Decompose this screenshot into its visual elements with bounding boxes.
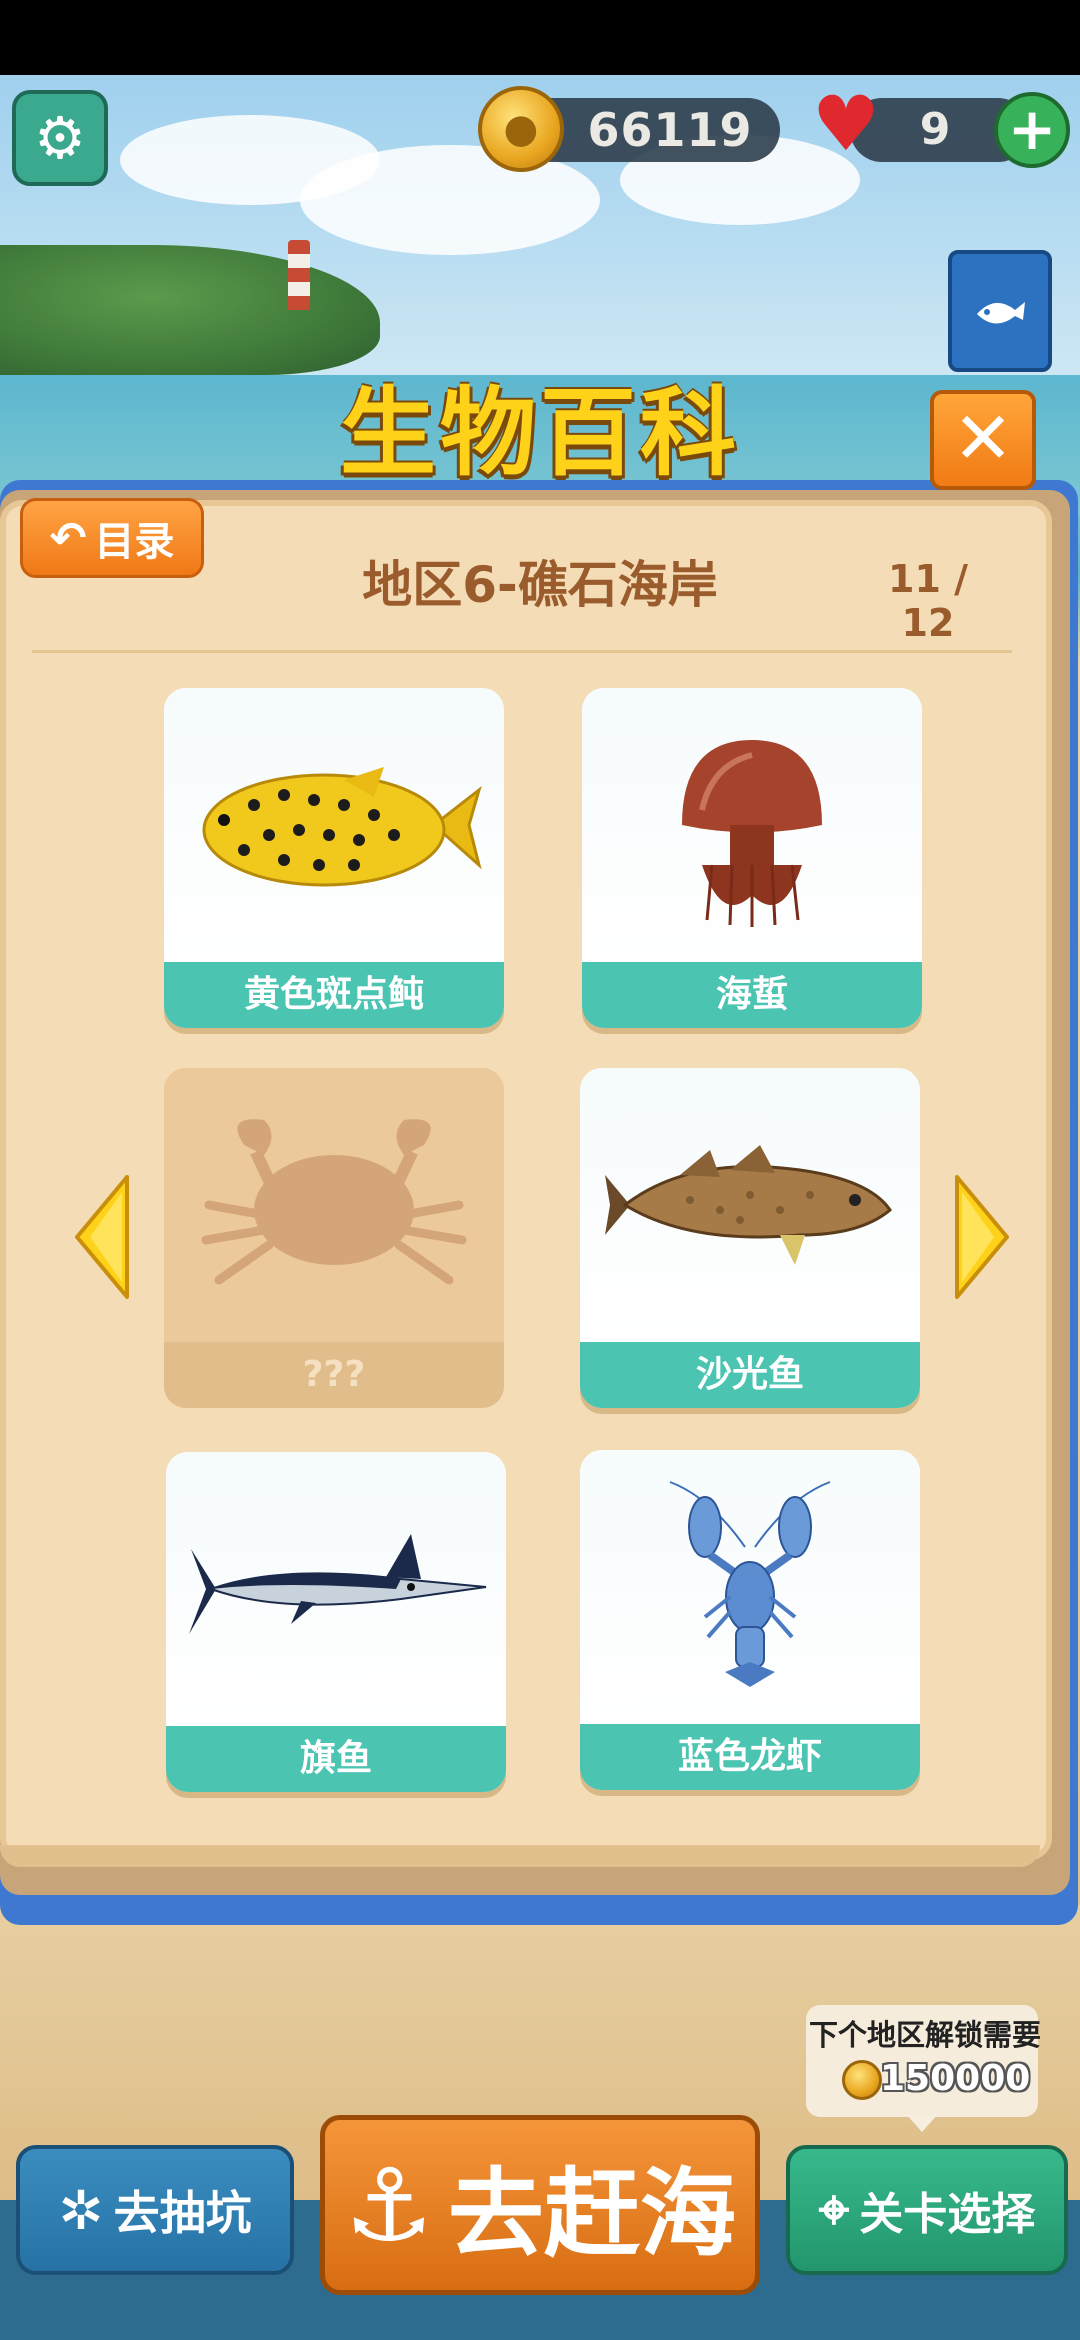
- region-title: 地区6-礁石海岸: [362, 556, 718, 614]
- creature-name: 蓝色龙虾: [580, 1724, 920, 1790]
- creature-name: ???: [164, 1342, 504, 1408]
- add-lives-button[interactable]: +: [994, 92, 1070, 168]
- coin-icon: ●: [478, 86, 564, 172]
- creature-name: 沙光鱼: [580, 1342, 920, 1408]
- jellyfish-icon: [682, 740, 822, 927]
- gacha-button[interactable]: ✲ 去抽坑: [16, 2145, 294, 2275]
- gacha-label: 去抽坑: [113, 2186, 252, 2240]
- creature-art: [166, 1452, 506, 1726]
- back-arrow-icon: ↶: [49, 512, 87, 564]
- creature-art: [164, 1068, 504, 1342]
- next-page-button[interactable]: [952, 1172, 1012, 1302]
- creature-card-locked[interactable]: ???: [164, 1068, 504, 1408]
- marlin-icon: [189, 1534, 487, 1634]
- creature-card[interactable]: 蓝色龙虾: [580, 1450, 920, 1790]
- crab-silhouette-icon: [201, 1119, 467, 1285]
- lives-value: 9: [919, 104, 951, 155]
- coin-icon: [842, 2060, 882, 2100]
- panel-edge: [0, 1845, 1040, 1867]
- settings-button[interactable]: ⚙: [12, 90, 108, 186]
- back-to-catalog-button[interactable]: ↶ 目录: [20, 498, 204, 578]
- creature-card[interactable]: 黄色斑点鲀: [164, 688, 504, 1028]
- creature-art: [582, 688, 922, 962]
- yellow-spotted-pufferfish-icon: [202, 767, 482, 887]
- encyclopedia-book-button[interactable]: [948, 250, 1052, 372]
- creature-card[interactable]: 海蜇: [582, 688, 922, 1028]
- prev-page-button[interactable]: [72, 1172, 132, 1302]
- coin-value: 66119: [587, 103, 753, 157]
- back-label: 目录: [94, 519, 175, 565]
- arrow-left-icon: [75, 1175, 129, 1299]
- gear-icon: ⚙: [34, 104, 86, 172]
- page-title: 生物百科: [340, 377, 740, 489]
- unlock-text: 下个地区解锁需要: [808, 2018, 1041, 2052]
- book-fish-icon: [977, 302, 1025, 324]
- blue-lobster-icon: [669, 1481, 831, 1687]
- close-icon: ✕: [952, 396, 1014, 480]
- page-counter: 11 / 12: [888, 557, 968, 645]
- arrow-right-icon: [955, 1175, 1009, 1299]
- level-select-label: 关卡选择: [859, 2189, 1036, 2240]
- close-button[interactable]: ✕: [930, 390, 1036, 490]
- go-to-sea-label: 去赶海: [447, 2157, 736, 2270]
- cod-fish-icon: [605, 1145, 892, 1265]
- pinwheel-icon: ✲: [58, 2178, 104, 2242]
- level-select-button[interactable]: ⌖ 关卡选择: [786, 2145, 1068, 2275]
- creature-card[interactable]: 旗鱼: [166, 1452, 506, 1792]
- creature-name: 海蜇: [582, 962, 922, 1028]
- location-pin-icon: ⌖: [818, 2178, 850, 2241]
- creature-name: 旗鱼: [166, 1726, 506, 1792]
- lighthouse: [288, 240, 310, 310]
- unlock-tooltip-tail: [906, 2114, 938, 2132]
- creature-art: [580, 1068, 920, 1342]
- creature-art: [580, 1450, 920, 1724]
- heart-icon: ♥: [811, 79, 881, 168]
- divider: [32, 650, 1012, 653]
- unlock-amount: 150000: [880, 2058, 1031, 2099]
- creature-name: 黄色斑点鲀: [164, 962, 504, 1028]
- creature-card[interactable]: 沙光鱼: [580, 1068, 920, 1408]
- creature-art: [164, 688, 504, 962]
- anchor-icon: ⚓: [344, 2146, 434, 2264]
- go-to-sea-button[interactable]: ⚓ 去赶海: [320, 2115, 760, 2295]
